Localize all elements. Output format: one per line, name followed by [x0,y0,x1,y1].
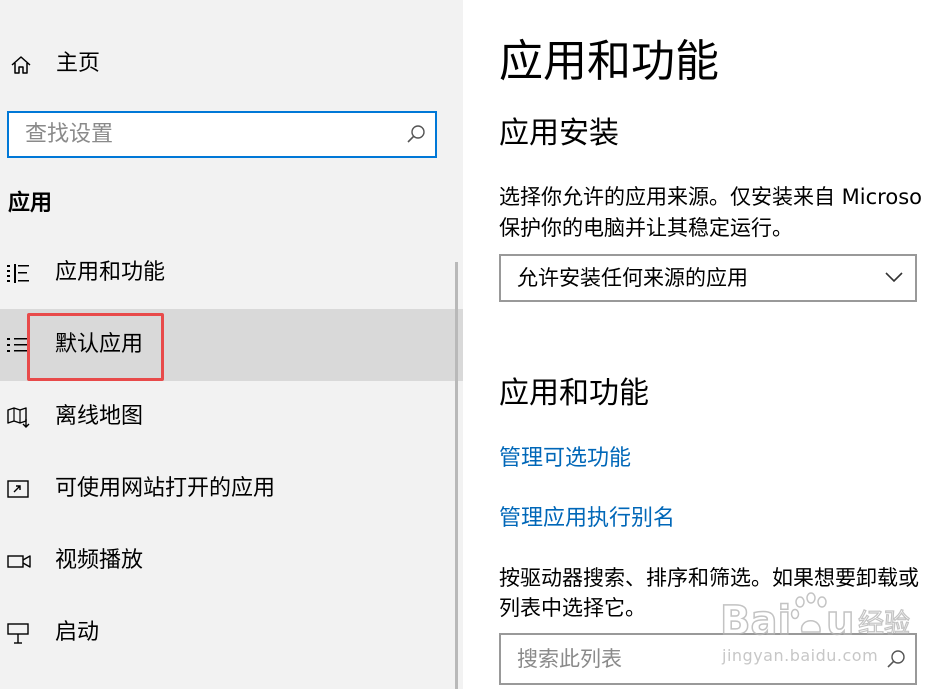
video-playback-icon [7,555,31,568]
sidebar-home-label: 主页 [56,51,101,76]
sidebar-item-label: 默认应用 [55,332,144,357]
home-icon [11,56,31,74]
sidebar-item-label: 离线地图 [55,404,144,429]
sidebar-item-startup[interactable]: 启动 [0,597,463,669]
install-description-line2: 保护你的电脑并让其稳定运行。 [499,216,793,240]
startup-icon [7,623,29,644]
main-content: 应用和功能 应用安装 选择你允许的应用来源。仅安装来自 Microso 保护你的… [463,0,938,689]
sidebar-item-apps-for-websites[interactable]: 可使用网站打开的应用 [0,453,463,525]
settings-search-box[interactable] [7,111,437,158]
sidebar: 主页 应用 应用和功能 [0,0,463,689]
list-search-box[interactable] [499,633,917,685]
sidebar-item-label: 可使用网站打开的应用 [55,476,276,501]
apps-features-list-icon [7,264,29,283]
page-title: 应用和功能 [499,36,719,87]
sidebar-item-default-apps[interactable]: 默认应用 [0,309,463,381]
install-section-heading: 应用安装 [499,116,619,151]
sidebar-scrollbar[interactable] [455,262,458,689]
dropdown-value: 允许安装任何来源的应用 [517,266,748,290]
install-description-line1: 选择你允许的应用来源。仅安装来自 Microso [499,185,922,209]
apps-for-websites-icon [7,480,29,498]
sidebar-item-video-playback[interactable]: 视频播放 [0,525,463,597]
features-section-heading: 应用和功能 [499,376,649,411]
manage-optional-features-link[interactable]: 管理可选功能 [499,444,631,474]
sidebar-item-offline-maps[interactable]: 离线地图 [0,381,463,453]
sidebar-section-title: 应用 [8,191,53,216]
install-source-dropdown[interactable]: 允许安装任何来源的应用 [499,254,917,302]
settings-search-input[interactable] [9,113,405,156]
sidebar-item-label: 应用和功能 [55,260,166,285]
features-description-line2: 列表中选择它。 [499,596,646,620]
search-icon[interactable] [405,123,427,145]
features-description-line1: 按驱动器搜索、排序和筛选。如果想要卸载或 [499,566,919,590]
sidebar-item-label: 启动 [55,620,100,645]
search-icon[interactable] [885,648,907,670]
sidebar-item-label: 视频播放 [55,548,144,573]
chevron-down-icon [885,272,903,283]
offline-maps-icon [7,407,30,428]
sidebar-home[interactable]: 主页 [0,40,463,88]
sidebar-item-apps-features[interactable]: 应用和功能 [0,237,463,309]
list-search-input[interactable] [501,635,877,683]
manage-execution-aliases-link[interactable]: 管理应用执行别名 [499,504,675,534]
